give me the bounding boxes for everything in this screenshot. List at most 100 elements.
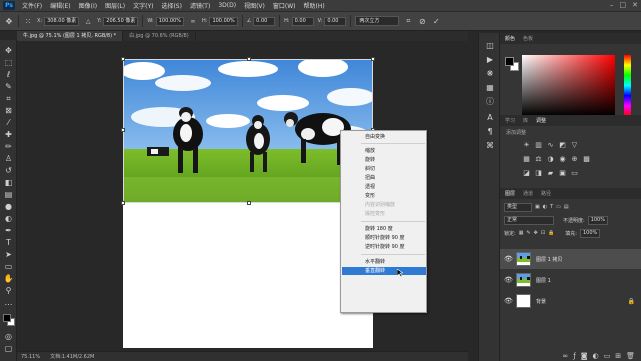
gradient-map-icon[interactable]: ▭ <box>570 169 579 177</box>
menu-image[interactable]: 图像(I) <box>75 1 101 10</box>
lock-position-icon[interactable]: ✥ <box>534 230 538 236</box>
layer-row[interactable]: 👁 图层 1 拷贝 <box>500 249 641 269</box>
healing-brush-tool-icon[interactable]: ✚ <box>3 130 14 140</box>
menu-item-rotate-90-cw[interactable]: 顺时针旋转 90 度 <box>342 234 426 242</box>
marquee-tool-icon[interactable]: ⬚ <box>3 58 14 68</box>
filter-smart-icon[interactable]: ▤ <box>564 204 569 210</box>
selective-color-icon[interactable]: ▣ <box>558 169 567 177</box>
menu-item-free-transform[interactable]: 自由变换 <box>342 133 426 141</box>
history-brush-tool-icon[interactable]: ↺ <box>3 166 14 176</box>
eyedropper-tool-icon[interactable]: ⁄ <box>3 118 14 128</box>
cow-photo-layer[interactable] <box>123 59 373 203</box>
layer-style-icon[interactable]: ƒ <box>573 352 575 360</box>
tab-adjustments[interactable]: 调整 <box>536 117 546 124</box>
curves-icon[interactable]: ∿ <box>546 141 555 149</box>
history-panel-icon[interactable]: ◫ <box>484 41 496 51</box>
tab-learn[interactable]: 学习 <box>505 117 515 124</box>
tab-cow-document[interactable]: 牛.jpg @ 75.1% (图层 1 拷贝, RGB/8) * <box>17 31 124 41</box>
layer-row[interactable]: 👁 图层 1 <box>500 270 641 290</box>
foreground-color-swatch[interactable] <box>3 314 11 322</box>
menu-item-distort[interactable]: 扭曲 <box>342 174 426 182</box>
paragraph-panel-icon[interactable]: ¶ <box>484 127 496 137</box>
properties-panel-icon[interactable]: ▦ <box>484 83 496 93</box>
photo-filter-icon[interactable]: ◉ <box>558 155 567 163</box>
commit-transform-icon[interactable]: ✓ <box>431 16 441 26</box>
delete-layer-icon[interactable]: 🗑 <box>626 352 635 360</box>
exposure-icon[interactable]: ◩ <box>558 141 567 149</box>
document-info[interactable]: 文档:1.41M/2.62M <box>50 353 94 360</box>
menu-edit[interactable]: 编辑(E) <box>46 1 74 10</box>
visibility-eye-icon[interactable]: 👁 <box>504 297 513 305</box>
levels-icon[interactable]: ▥ <box>534 141 543 149</box>
eraser-tool-icon[interactable]: ◧ <box>3 178 14 188</box>
menu-item-skew[interactable]: 斜切 <box>342 165 426 173</box>
y-input[interactable]: 206.50 像素 <box>103 16 139 26</box>
move-tool-icon[interactable]: ✥ <box>4 16 14 26</box>
lock-transparent-icon[interactable]: ▦ <box>519 230 524 236</box>
filter-pixel-icon[interactable]: ▣ <box>535 204 540 210</box>
visibility-eye-icon[interactable]: 👁 <box>504 255 513 263</box>
vibrance-icon[interactable]: ▽ <box>570 141 579 149</box>
lock-image-icon[interactable]: ✎ <box>526 230 530 236</box>
filter-adjustment-icon[interactable]: ◐ <box>543 204 547 210</box>
document-canvas[interactable] <box>123 59 373 348</box>
hand-tool-icon[interactable]: ✋ <box>3 274 14 284</box>
cancel-transform-icon[interactable]: ⊘ <box>417 16 427 26</box>
menu-view[interactable]: 视图(V) <box>240 1 269 10</box>
menu-help[interactable]: 帮助(H) <box>300 1 329 10</box>
vskew-input[interactable]: 0.00 <box>324 16 347 26</box>
actions-panel-icon[interactable]: ▶ <box>484 55 496 65</box>
new-layer-icon[interactable]: ⊞ <box>615 352 621 360</box>
width-input[interactable]: 100.00% <box>155 16 184 26</box>
zoom-level[interactable]: 75.11% <box>21 354 40 360</box>
dodge-tool-icon[interactable]: ◐ <box>3 214 14 224</box>
close-icon[interactable]: ✕ <box>632 1 638 9</box>
layer-name[interactable]: 背景 <box>536 298 546 305</box>
foreground-color-swatch[interactable] <box>505 57 514 66</box>
layer-name[interactable]: 图层 1 <box>536 277 551 284</box>
link-icon[interactable]: ∞ <box>188 16 198 26</box>
menu-3d[interactable]: 3D(D) <box>214 2 240 9</box>
brightness-icon[interactable]: ☀ <box>522 141 531 149</box>
tab-libraries[interactable]: 库 <box>523 117 528 124</box>
layer-name[interactable]: 图层 1 拷贝 <box>536 256 562 263</box>
add-mask-icon[interactable]: ◙ <box>581 352 588 360</box>
quick-mask-icon[interactable]: ◎ <box>3 332 14 342</box>
menu-item-rotate-180[interactable]: 旋转 180 度 <box>342 225 426 233</box>
menu-select[interactable]: 选择(S) <box>157 1 186 10</box>
menu-type[interactable]: 文字(Y) <box>129 1 157 10</box>
tab-layers[interactable]: 图层 <box>505 190 515 197</box>
brush-tool-icon[interactable]: ✏ <box>3 142 14 152</box>
tab-white-document[interactable]: 白.jpg @ 70.6% (RGB/8) <box>123 31 196 41</box>
menu-filter[interactable]: 滤镜(T) <box>186 1 214 10</box>
reference-point-icon[interactable]: ⁙ <box>23 16 33 26</box>
info-panel-icon[interactable]: ⓘ <box>484 97 496 107</box>
color-balance-icon[interactable]: ⚖ <box>534 155 543 163</box>
blur-tool-icon[interactable]: ● <box>3 202 14 212</box>
menu-item-flip-vertical[interactable]: 垂直翻转 <box>342 267 426 275</box>
tab-swatches[interactable]: 色板 <box>523 35 533 42</box>
minimize-icon[interactable]: – <box>610 1 614 9</box>
layer-row[interactable]: 👁 背景 🔒 <box>500 291 641 311</box>
threshold-icon[interactable]: ▰ <box>546 169 555 177</box>
menu-layer[interactable]: 图层(L) <box>101 1 129 10</box>
warp-icon[interactable]: ⌗ <box>403 16 413 26</box>
interpolation-select[interactable]: 两次立方 <box>355 16 400 26</box>
glyphs-panel-icon[interactable]: ⌘ <box>484 141 496 151</box>
quick-select-tool-icon[interactable]: ✎ <box>3 82 14 92</box>
hskew-input[interactable]: 0.00 <box>291 16 314 26</box>
channel-mixer-icon[interactable]: ⊕ <box>570 155 579 163</box>
black-white-icon[interactable]: ◑ <box>546 155 555 163</box>
brush-presets-icon[interactable]: ❋ <box>484 69 496 79</box>
menu-item-perspective[interactable]: 透视 <box>342 183 426 191</box>
invert-icon[interactable]: ◪ <box>522 169 531 177</box>
gradient-tool-icon[interactable]: ▤ <box>3 190 14 200</box>
color-panel-swatches[interactable] <box>505 57 519 71</box>
menu-item-scale[interactable]: 缩放 <box>342 147 426 155</box>
menu-item-flip-horizontal[interactable]: 水平翻转 <box>342 258 426 266</box>
lock-all-icon[interactable]: 🔒 <box>548 230 554 236</box>
opacity-input[interactable]: 100% <box>587 215 608 225</box>
color-swatches[interactable] <box>3 314 16 327</box>
zoom-tool-icon[interactable]: ⚲ <box>3 286 14 296</box>
height-input[interactable]: 100.00% <box>209 16 238 26</box>
